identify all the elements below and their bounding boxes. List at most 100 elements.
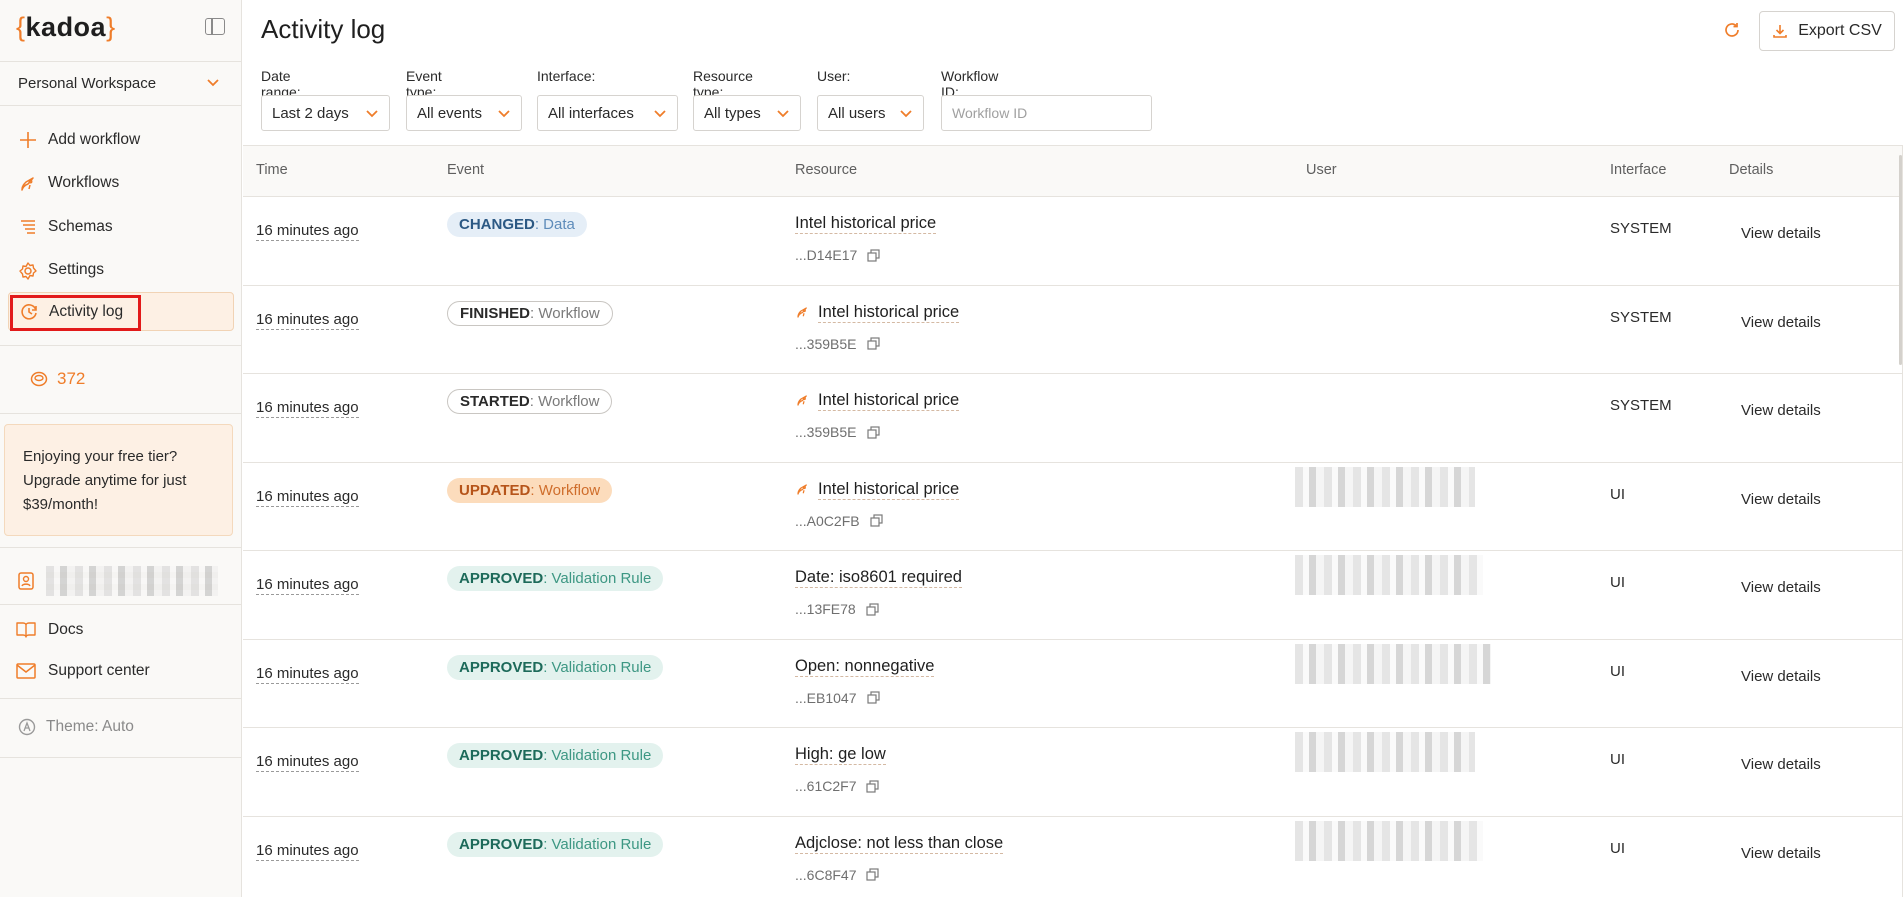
table-header: Time Event Resource User Interface Detai… xyxy=(243,146,1903,197)
event-status: APPROVED xyxy=(459,747,544,764)
user-redacted xyxy=(1295,820,1483,861)
resource-name: Date: iso8601 required xyxy=(795,568,962,588)
table-row: 16 minutes ago APPROVED : Validation Rule… xyxy=(243,640,1903,728)
export-csv-button[interactable]: Export CSV xyxy=(1759,11,1895,51)
resource-id: ...359B5E xyxy=(795,424,959,440)
filter-label: Workflow ID: xyxy=(941,68,999,100)
table-row: 16 minutes ago UPDATED : Workflow Intel hi… xyxy=(243,463,1903,551)
event-type: : Workflow xyxy=(530,481,601,499)
select-value: All interfaces xyxy=(548,104,634,122)
resource-link[interactable]: Intel historical price xyxy=(795,302,960,323)
select-value: Last 2 days xyxy=(272,104,349,122)
event-status: APPROVED xyxy=(459,570,544,587)
resource-link[interactable]: High: ge low xyxy=(795,744,886,765)
theme-toggle[interactable]: Theme: Auto xyxy=(18,718,134,736)
view-details-link[interactable]: View details xyxy=(1741,402,1821,419)
rocket-icon xyxy=(797,306,807,318)
view-details-link[interactable]: View details xyxy=(1741,579,1821,596)
sidebar-item-workflows[interactable]: Workflows xyxy=(0,162,242,206)
resource-link[interactable]: Intel historical price xyxy=(795,479,960,500)
view-details-link[interactable]: View details xyxy=(1741,756,1821,773)
copy-icon[interactable] xyxy=(866,691,880,704)
date-range-select[interactable]: Last 2 days xyxy=(261,95,390,131)
sidebar-item-settings[interactable]: Settings xyxy=(0,249,242,293)
view-details-link[interactable]: View details xyxy=(1741,668,1821,685)
credits-value: 372 xyxy=(57,369,86,388)
event-type: : Data xyxy=(534,216,575,233)
sidebar-item-label: Activity log xyxy=(49,302,124,320)
user-account[interactable] xyxy=(18,566,218,596)
resource-type-select[interactable]: All types xyxy=(693,95,801,131)
interface-cell: UI xyxy=(1610,485,1625,503)
upgrade-promo[interactable]: Enjoying your free tier? Upgrade anytime… xyxy=(4,424,233,536)
workflow-id-input[interactable] xyxy=(941,95,1152,131)
copy-icon[interactable] xyxy=(866,602,879,616)
chevron-down-icon xyxy=(654,110,666,118)
sidebar-item-activity-log[interactable]: Activity log xyxy=(8,292,234,331)
user-badge-icon xyxy=(18,572,34,590)
credits-counter[interactable]: 372 xyxy=(30,369,85,389)
copy-icon[interactable] xyxy=(866,868,880,881)
resource-link[interactable]: Adjclose: not less than close xyxy=(795,833,1004,854)
kadoa-logo[interactable]: {kadoa} xyxy=(16,12,116,43)
plus-icon xyxy=(20,132,36,148)
copy-icon[interactable] xyxy=(866,337,880,350)
event-type-select[interactable]: All events xyxy=(406,95,522,131)
resource-id-text: ...359B5E xyxy=(795,424,857,440)
filter-label: User: xyxy=(817,68,851,84)
docs-link[interactable]: Docs xyxy=(16,621,83,639)
event-type: : Workflow xyxy=(529,393,600,410)
user-redacted xyxy=(1295,466,1475,507)
sidebar-item-schemas[interactable]: Schemas xyxy=(0,205,242,249)
event-type: : Workflow xyxy=(530,304,600,322)
user-redacted xyxy=(1295,555,1483,595)
copy-icon[interactable] xyxy=(866,779,880,793)
copy-icon[interactable] xyxy=(867,248,880,262)
header-interface: Interface xyxy=(1610,162,1667,178)
event-badge: APPROVED : Validation Rule xyxy=(447,654,664,680)
event-type: : Validation Rule xyxy=(543,747,652,764)
refresh-icon[interactable] xyxy=(1723,21,1741,39)
filter-label: Interface: xyxy=(537,68,596,84)
filter-interface: Interface: All interfaces xyxy=(537,68,678,131)
resource-link[interactable]: Open: nonnegative xyxy=(795,656,935,677)
scrollbar-thumb[interactable] xyxy=(1899,155,1902,365)
view-details-link[interactable]: View details xyxy=(1741,845,1821,862)
sidebar-item-add-workflow[interactable]: Add workflow xyxy=(0,118,242,162)
user-select[interactable]: All users xyxy=(817,95,924,131)
resource-id-text: ...EB1047 xyxy=(795,689,857,706)
interface-cell: SYSTEM xyxy=(1610,397,1672,414)
copy-icon[interactable] xyxy=(869,514,883,527)
view-details-link[interactable]: View details xyxy=(1741,491,1821,508)
divider xyxy=(0,413,242,414)
time-cell: 16 minutes ago xyxy=(256,753,359,772)
support-center-link[interactable]: Support center xyxy=(16,662,150,680)
view-details-link[interactable]: View details xyxy=(1741,314,1821,331)
activity-table: Time Event Resource User Interface Detai… xyxy=(243,145,1903,897)
resource-id: ...D14E17 xyxy=(795,247,936,263)
resource-link[interactable]: Intel historical price xyxy=(795,213,937,234)
filter-resource-type: Resource type: All types xyxy=(693,68,801,131)
resource-link[interactable]: Date: iso8601 required xyxy=(795,567,962,588)
book-icon xyxy=(16,622,36,638)
workspace-selector[interactable]: Personal Workspace xyxy=(0,61,242,106)
resource-cell: Intel historical price ...359B5E xyxy=(795,390,960,440)
header-time[interactable]: Time xyxy=(256,162,288,178)
copy-icon[interactable] xyxy=(866,425,880,439)
event-status: APPROVED xyxy=(459,658,544,676)
divider xyxy=(0,757,242,758)
view-details-link[interactable]: View details xyxy=(1741,225,1821,242)
event-badge: CHANGED : Data xyxy=(447,212,587,237)
select-value: All types xyxy=(704,104,761,122)
chevron-down-icon xyxy=(498,110,510,118)
resource-id: ...359B5E xyxy=(795,336,959,352)
event-badge: APPROVED : Validation Rule xyxy=(447,831,664,857)
interface-select[interactable]: All interfaces xyxy=(537,95,678,131)
resource-link[interactable]: Intel historical price xyxy=(795,390,960,411)
resource-name: Intel historical price xyxy=(818,302,960,323)
schema-icon xyxy=(21,220,35,234)
resource-id-text: ...A0C2FB xyxy=(795,512,860,529)
workspace-name: Personal Workspace xyxy=(18,75,157,92)
resource-name: Intel historical price xyxy=(795,214,937,234)
sidebar-toggle-icon[interactable] xyxy=(205,18,225,35)
